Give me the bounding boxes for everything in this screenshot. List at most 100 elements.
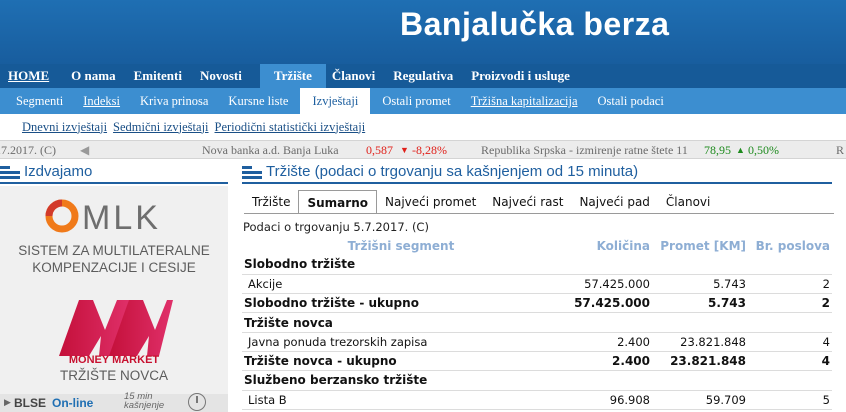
tab-najveci-pad[interactable]: Najveći pad [571,190,657,214]
subnav-indeksi[interactable]: Indeksi [75,88,128,114]
cell-segment: Slobodno tržište [242,255,560,275]
market-heading: Tržište (podaci o trgovanju sa kašnjenje… [242,162,832,184]
link-sedmicni-izvjestaji[interactable]: Sedmični izvještaji [113,120,208,135]
mlk-logo-text: MLK [82,199,161,236]
table-row: Lista B 96.908 59.709 5 [242,390,832,410]
market-tabs: Tržište Sumarno Najveći promet Najveći r… [244,189,718,214]
ticker-item2-price: 78,95 [704,143,731,157]
subnav-kriva-prinosa[interactable]: Kriva prinosa [132,88,216,114]
table-row: Tržište novca [242,312,832,333]
blse-online-banner[interactable]: ▶ BLSE On-line 15 min kašnjenje [0,392,228,412]
cell-trades [748,370,832,391]
play-icon: ▶ [4,397,11,407]
price-ticker: 5.7.2017. (C) ◀ Nova banka a.d. Banja Lu… [0,140,846,159]
table-row: Javna ponuda trezorskih zapisa 2.400 23.… [242,332,832,352]
cell-turnover: 59.709 [652,390,748,410]
mlk-logo[interactable]: MLK [44,196,184,237]
up-arrow-icon: ▲ [736,145,745,155]
cell-quantity [560,312,652,333]
nav-clanovi[interactable]: Članovi [332,64,387,88]
col-quantity[interactable]: Količina [560,236,652,255]
link-dnevni-izvjestaji[interactable]: Dnevni izvještaji [22,120,107,135]
col-turnover[interactable]: Promet [KM] [652,236,748,255]
ticker-item1-price: 0,587 [366,143,393,157]
cell-quantity: 57.425.000 [560,274,652,295]
cell-segment: Slobodno tržište - ukupno [242,293,560,314]
nav-emitenti[interactable]: Emitenti [134,64,194,88]
col-segment[interactable]: Tržišni segment [242,236,560,255]
subnav-izvjestaji[interactable]: Izvještaji [300,88,371,114]
online-delay-line2: kašnjenje [124,400,165,411]
cell-trades: 4 [748,332,832,352]
table-row: Slobodno tržište - ukupno 57.425.000 5.7… [242,293,832,314]
subnav-ostali-promet[interactable]: Ostali promet [374,88,458,114]
cell-segment: Javna ponuda trezorskih zapisa [242,332,560,352]
ticker-item1-name[interactable]: Nova banka a.d. Banja Luka [202,143,339,158]
market-summary-table: Tržišni segment Količina Promet [KM] Br.… [242,236,832,410]
nav-regulativa[interactable]: Regulativa [393,64,465,88]
cell-quantity: 57.425.000 [560,293,652,314]
tab-clanovi[interactable]: Članovi [658,190,718,214]
subnav-kursne-liste[interactable]: Kursne liste [220,88,296,114]
trading-date-label: Podaci o trgovanju 5.7.2017. (C) [243,220,429,234]
link-periodicni-izvjestaji[interactable]: Periodični statistički izvještaji [215,120,366,135]
cell-trades [748,255,832,275]
table-row: Tržište novca - ukupno 2.400 23.821.848 … [242,351,832,372]
subnav-ostali-podaci[interactable]: Ostali podaci [590,88,672,114]
subnav-trzisna-kapitalizacija[interactable]: Tržišna kapitalizacija [463,88,586,114]
cell-trades: 2 [748,293,832,314]
main-nav: HOME O nama Emitenti Novosti Tržište Čla… [0,64,846,88]
clock-icon [188,393,206,411]
nav-trziste[interactable]: Tržište [259,64,326,88]
ticker-item2-change: 0,50% [748,143,779,157]
cell-turnover: 23.821.848 [652,332,748,352]
list-icon [0,166,20,180]
nav-o-nama[interactable]: O nama [71,64,127,88]
nav-proizvodi-i-usluge[interactable]: Proizvodi i usluge [471,64,582,88]
online-label-b: On-line [52,396,94,410]
money-market-label: MONEY MARKET [68,354,160,366]
cell-turnover: 5.743 [652,274,748,295]
cell-trades [748,312,832,333]
cell-segment: Službeno berzansko tržište [242,370,560,391]
table-row: Akcije 57.425.000 5.743 2 [242,274,832,295]
nav-novosti[interactable]: Novosti [200,64,254,88]
cell-quantity [560,255,652,275]
cell-trades: 4 [748,351,832,372]
table-row: Slobodno tržište [242,255,832,275]
down-arrow-icon: ▼ [400,145,409,155]
table-row: Službeno berzansko tržište [242,370,832,391]
cell-segment: Lista B [242,390,560,410]
mlk-description[interactable]: SISTEM ZA MULTILATERALNE KOMPENZACIJE I … [0,242,228,276]
cell-turnover [652,255,748,275]
tab-sumarno[interactable]: Sumarno [298,190,377,214]
featured-panel: MLK SISTEM ZA MULTILATERALNE KOMPENZACIJ… [0,186,228,412]
cell-trades: 5 [748,390,832,410]
ticker-date: 5.7.2017. (C) [0,143,56,157]
site-title[interactable]: Banjalučka berza [400,6,669,43]
mlk-text-line1: SISTEM ZA MULTILATERALNE [18,243,210,258]
cell-turnover: 5.743 [652,293,748,314]
cell-turnover: 23.821.848 [652,351,748,372]
money-market-subtitle: TRŽIŠTE NOVCA [59,368,168,383]
ticker-tail: R [836,143,845,157]
cell-segment: Akcije [242,274,560,295]
nav-home[interactable]: HOME [8,64,65,88]
featured-heading-text: Izdvajamo [24,163,93,180]
ticker-prev-icon[interactable]: ◀ [80,143,89,158]
tab-najveci-rast[interactable]: Najveći rast [484,190,571,214]
col-trades[interactable]: Br. poslova [748,236,832,255]
money-market-logo[interactable] [55,296,173,358]
site-header: Banjalučka berza [0,0,846,64]
subnav-segmenti[interactable]: Segmenti [8,88,71,114]
online-label-a: BLSE [14,396,47,410]
cell-turnover [652,370,748,391]
tab-trziste[interactable]: Tržište [244,190,298,214]
ticker-item1-change: -8,28% [412,143,447,157]
tab-najveci-promet[interactable]: Najveći promet [377,190,484,214]
list-icon [242,166,262,180]
ticker-item2-name[interactable]: Republika Srpska - izmirenje ratne štete… [481,143,688,158]
cell-quantity: 2.400 [560,351,652,372]
table-header-row: Tržišni segment Količina Promet [KM] Br.… [242,236,832,255]
cell-segment: Tržište novca - ukupno [242,351,560,372]
